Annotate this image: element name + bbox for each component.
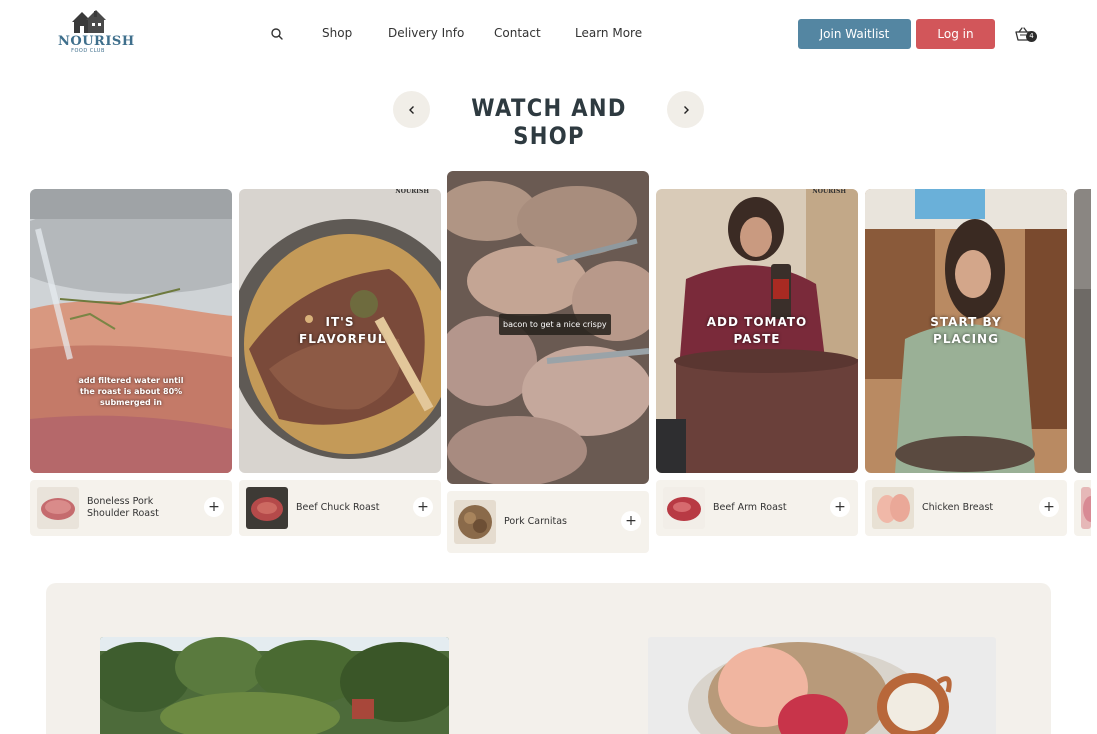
product-name: Beef Chuck Roast: [296, 502, 380, 513]
video-card[interactable]: NOURISH IT'S FLAVORFUL: [239, 189, 441, 473]
product-thumbnail: [663, 487, 705, 529]
add-to-cart-button[interactable]: +: [621, 511, 641, 531]
product-name: Beef Arm Roast: [713, 502, 787, 513]
product-name: Boneless Pork Shoulder Roast: [87, 496, 159, 519]
video-caption: IT'S FLAVORFUL: [299, 315, 387, 346]
carousel-prev-button[interactable]: [393, 91, 430, 128]
chevron-left-icon: [408, 105, 414, 114]
product-thumbnail: [872, 487, 914, 529]
video-caption: add filtered water until the roast is ab…: [78, 376, 184, 407]
logo[interactable]: NOURISH FOOD CLUB: [58, 8, 135, 62]
video-caption: START BY PLACING: [930, 315, 1002, 346]
logo-wordmark: NOURISH: [58, 34, 135, 49]
plus-icon: +: [1043, 499, 1055, 515]
video-watermark: NOURISH: [395, 189, 429, 195]
join-waitlist-button[interactable]: Join Waitlist: [798, 19, 911, 49]
product-card-partial[interactable]: [1074, 480, 1091, 536]
video-caption: bacon to get a nice crispy: [499, 314, 611, 335]
nav-shop[interactable]: Shop: [322, 26, 352, 40]
chicken-meat-image: [648, 637, 996, 734]
product-card[interactable]: Beef Chuck Roast +: [239, 480, 441, 536]
farm-landscape-image: [100, 637, 449, 734]
product-thumbnail: [246, 487, 288, 529]
add-to-cart-button[interactable]: +: [204, 497, 224, 517]
plus-icon: +: [625, 513, 637, 529]
product-card[interactable]: Beef Arm Roast +: [656, 480, 858, 536]
plus-icon: +: [208, 499, 220, 515]
search-icon[interactable]: [268, 25, 286, 43]
product-name: Chicken Breast: [922, 502, 994, 513]
carousel-next-button[interactable]: [667, 91, 704, 128]
video-card-partial[interactable]: [1074, 189, 1091, 473]
video-card[interactable]: NOURISH ADD TOMATO PASTE: [656, 189, 858, 473]
login-button[interactable]: Log in: [916, 19, 995, 49]
video-caption: ADD TOMATO PASTE: [706, 315, 808, 346]
product-card[interactable]: Pork Carnitas +: [447, 491, 649, 553]
farmhouse-logo-icon: [72, 10, 106, 33]
add-to-cart-button[interactable]: +: [413, 497, 433, 517]
product-thumbnail: [454, 500, 496, 544]
product-thumbnail: [37, 487, 79, 529]
cart-button[interactable]: 4: [1015, 26, 1039, 44]
site-header: NOURISH FOOD CLUB Shop Delivery Info Con…: [0, 0, 1097, 70]
plus-icon: +: [834, 499, 846, 515]
cart-count-badge: 4: [1026, 31, 1037, 42]
video-card-featured[interactable]: bacon to get a nice crispy: [447, 171, 649, 484]
video-card[interactable]: START BY PLACING: [865, 189, 1067, 473]
product-name: Pork Carnitas: [504, 516, 567, 527]
chevron-right-icon: [683, 105, 689, 114]
plus-icon: +: [417, 499, 429, 515]
video-card[interactable]: add filtered water until the roast is ab…: [30, 189, 232, 473]
product-thumbnail: [1081, 487, 1091, 529]
feature-panel: [46, 583, 1051, 734]
roast-in-pot-video-thumbnail: [30, 189, 232, 473]
add-to-cart-button[interactable]: +: [1039, 497, 1059, 517]
section-title: WATCH AND SHOP: [471, 94, 627, 150]
nav-learn-more[interactable]: Learn More: [575, 26, 642, 40]
add-to-cart-button[interactable]: +: [830, 497, 850, 517]
partial-video-thumbnail: [1074, 189, 1091, 473]
video-watermark: NOURISH: [812, 189, 846, 195]
product-card[interactable]: Boneless Pork Shoulder Roast +: [30, 480, 232, 536]
nav-contact[interactable]: Contact: [494, 26, 541, 40]
product-card[interactable]: Chicken Breast +: [865, 480, 1067, 536]
nav-delivery-info[interactable]: Delivery Info: [388, 26, 464, 40]
